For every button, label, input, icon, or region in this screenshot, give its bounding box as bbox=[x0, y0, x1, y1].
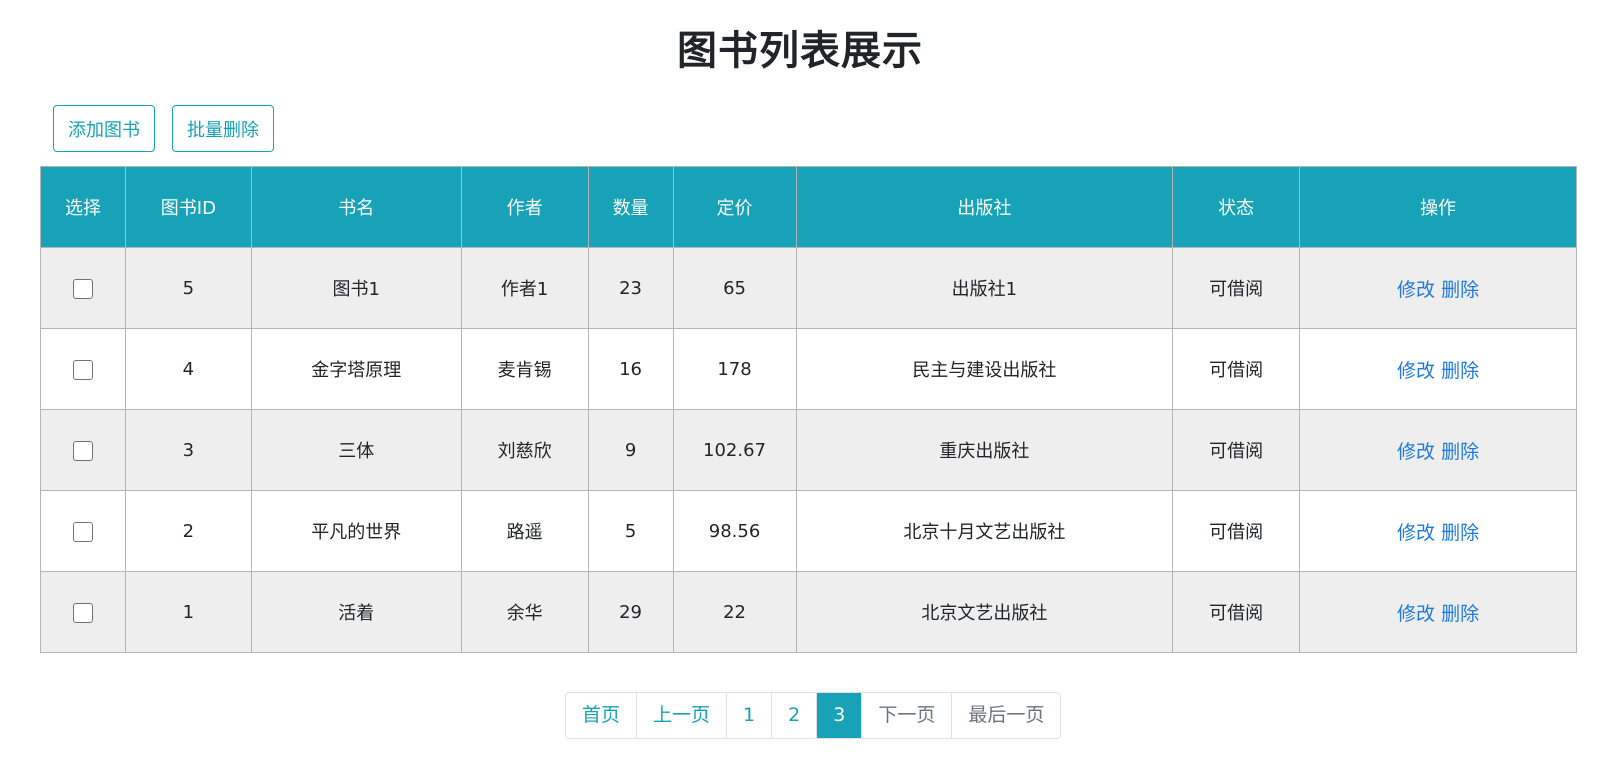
status-cell: 可借阅 bbox=[1172, 328, 1301, 410]
edit-link[interactable]: 修改 bbox=[1397, 441, 1435, 463]
select-cell bbox=[40, 571, 126, 653]
book-name-cell: 金字塔原理 bbox=[250, 328, 462, 410]
select-cell bbox=[40, 247, 126, 329]
table-row: 1 活着 余华 29 22 北京文艺出版社 可借阅 修改 删除 bbox=[40, 571, 1577, 653]
publisher-cell: 北京文艺出版社 bbox=[795, 571, 1174, 653]
actions-cell: 修改 删除 bbox=[1299, 409, 1577, 491]
delete-link[interactable]: 删除 bbox=[1441, 441, 1479, 463]
table-row: 2 平凡的世界 路遥 5 98.56 北京十月文艺出版社 可借阅 修改 删除 bbox=[40, 490, 1577, 572]
status-cell: 可借阅 bbox=[1172, 247, 1301, 329]
status-cell: 可借阅 bbox=[1172, 571, 1301, 653]
page-next-link[interactable]: 下一页 bbox=[862, 693, 953, 738]
header-publisher: 出版社 bbox=[795, 166, 1174, 248]
select-cell bbox=[40, 328, 126, 410]
delete-link[interactable]: 删除 bbox=[1441, 603, 1479, 625]
status-cell: 可借阅 bbox=[1172, 490, 1301, 572]
row-checkbox[interactable] bbox=[72, 521, 93, 542]
author-cell: 余华 bbox=[460, 571, 589, 653]
publisher-cell: 重庆出版社 bbox=[795, 409, 1174, 491]
quantity-cell: 16 bbox=[587, 328, 674, 410]
book-name-cell: 活着 bbox=[250, 571, 462, 653]
price-cell: 22 bbox=[672, 571, 797, 653]
book-id-cell: 2 bbox=[124, 490, 252, 572]
book-id-cell: 5 bbox=[124, 247, 252, 329]
page-prev-link[interactable]: 上一页 bbox=[637, 693, 728, 738]
row-checkbox[interactable] bbox=[72, 278, 93, 299]
book-name-cell: 平凡的世界 bbox=[250, 490, 462, 572]
status-cell: 可借阅 bbox=[1172, 409, 1301, 491]
quantity-cell: 29 bbox=[587, 571, 674, 653]
author-cell: 麦肯锡 bbox=[460, 328, 589, 410]
header-book-id: 图书ID bbox=[124, 166, 252, 248]
table-row: 4 金字塔原理 麦肯锡 16 178 民主与建设出版社 可借阅 修改 删除 bbox=[40, 328, 1577, 410]
publisher-cell: 民主与建设出版社 bbox=[795, 328, 1174, 410]
header-book-name: 书名 bbox=[250, 166, 462, 248]
price-cell: 65 bbox=[672, 247, 797, 329]
book-id-cell: 1 bbox=[124, 571, 252, 653]
delete-link[interactable]: 删除 bbox=[1441, 279, 1479, 301]
pagination: 首页 上一页 1 2 3 下一页 最后一页 bbox=[565, 692, 1062, 739]
publisher-cell: 北京十月文艺出版社 bbox=[795, 490, 1174, 572]
actions-cell: 修改 删除 bbox=[1299, 247, 1577, 329]
add-book-button[interactable]: 添加图书 bbox=[53, 105, 155, 152]
row-checkbox[interactable] bbox=[72, 602, 93, 623]
book-name-cell: 图书1 bbox=[250, 247, 462, 329]
header-price: 定价 bbox=[672, 166, 797, 248]
edit-link[interactable]: 修改 bbox=[1397, 522, 1435, 544]
table-header-row: 选择 图书ID 书名 作者 数量 定价 出版社 状态 操作 bbox=[40, 166, 1577, 248]
book-name-cell: 三体 bbox=[250, 409, 462, 491]
header-author: 作者 bbox=[460, 166, 589, 248]
book-id-cell: 4 bbox=[124, 328, 252, 410]
actions-cell: 修改 删除 bbox=[1299, 571, 1577, 653]
author-cell: 作者1 bbox=[460, 247, 589, 329]
select-cell bbox=[40, 409, 126, 491]
page-1-link[interactable]: 1 bbox=[727, 693, 773, 738]
actions-cell: 修改 删除 bbox=[1299, 490, 1577, 572]
header-status: 状态 bbox=[1172, 166, 1301, 248]
edit-link[interactable]: 修改 bbox=[1397, 603, 1435, 625]
row-checkbox[interactable] bbox=[72, 440, 93, 461]
select-cell bbox=[40, 490, 126, 572]
header-actions: 操作 bbox=[1299, 166, 1577, 248]
book-id-cell: 3 bbox=[124, 409, 252, 491]
book-table: 选择 图书ID 书名 作者 数量 定价 出版社 状态 操作 5 图书1 作者1 … bbox=[40, 166, 1577, 653]
page-2-link[interactable]: 2 bbox=[772, 693, 818, 738]
page-first-link[interactable]: 首页 bbox=[566, 693, 638, 738]
author-cell: 刘慈欣 bbox=[460, 409, 589, 491]
actions-cell: 修改 删除 bbox=[1299, 328, 1577, 410]
edit-link[interactable]: 修改 bbox=[1397, 360, 1435, 382]
price-cell: 178 bbox=[672, 328, 797, 410]
delete-link[interactable]: 删除 bbox=[1441, 522, 1479, 544]
table-row: 3 三体 刘慈欣 9 102.67 重庆出版社 可借阅 修改 删除 bbox=[40, 409, 1577, 491]
quantity-cell: 5 bbox=[587, 490, 674, 572]
delete-link[interactable]: 删除 bbox=[1441, 360, 1479, 382]
batch-delete-button[interactable]: 批量删除 bbox=[172, 105, 274, 152]
author-cell: 路遥 bbox=[460, 490, 589, 572]
page-last-link[interactable]: 最后一页 bbox=[952, 693, 1061, 738]
table-row: 5 图书1 作者1 23 65 出版社1 可借阅 修改 删除 bbox=[40, 247, 1577, 329]
edit-link[interactable]: 修改 bbox=[1397, 279, 1435, 301]
quantity-cell: 9 bbox=[587, 409, 674, 491]
header-quantity: 数量 bbox=[587, 166, 674, 248]
quantity-cell: 23 bbox=[587, 247, 674, 329]
toolbar: 添加图书 批量删除 bbox=[53, 105, 274, 152]
row-checkbox[interactable] bbox=[72, 359, 93, 380]
publisher-cell: 出版社1 bbox=[795, 247, 1174, 329]
header-select: 选择 bbox=[40, 166, 126, 248]
page-title: 图书列表展示 bbox=[677, 28, 923, 74]
page-3-link-current[interactable]: 3 bbox=[817, 693, 863, 738]
price-cell: 98.56 bbox=[672, 490, 797, 572]
price-cell: 102.67 bbox=[672, 409, 797, 491]
